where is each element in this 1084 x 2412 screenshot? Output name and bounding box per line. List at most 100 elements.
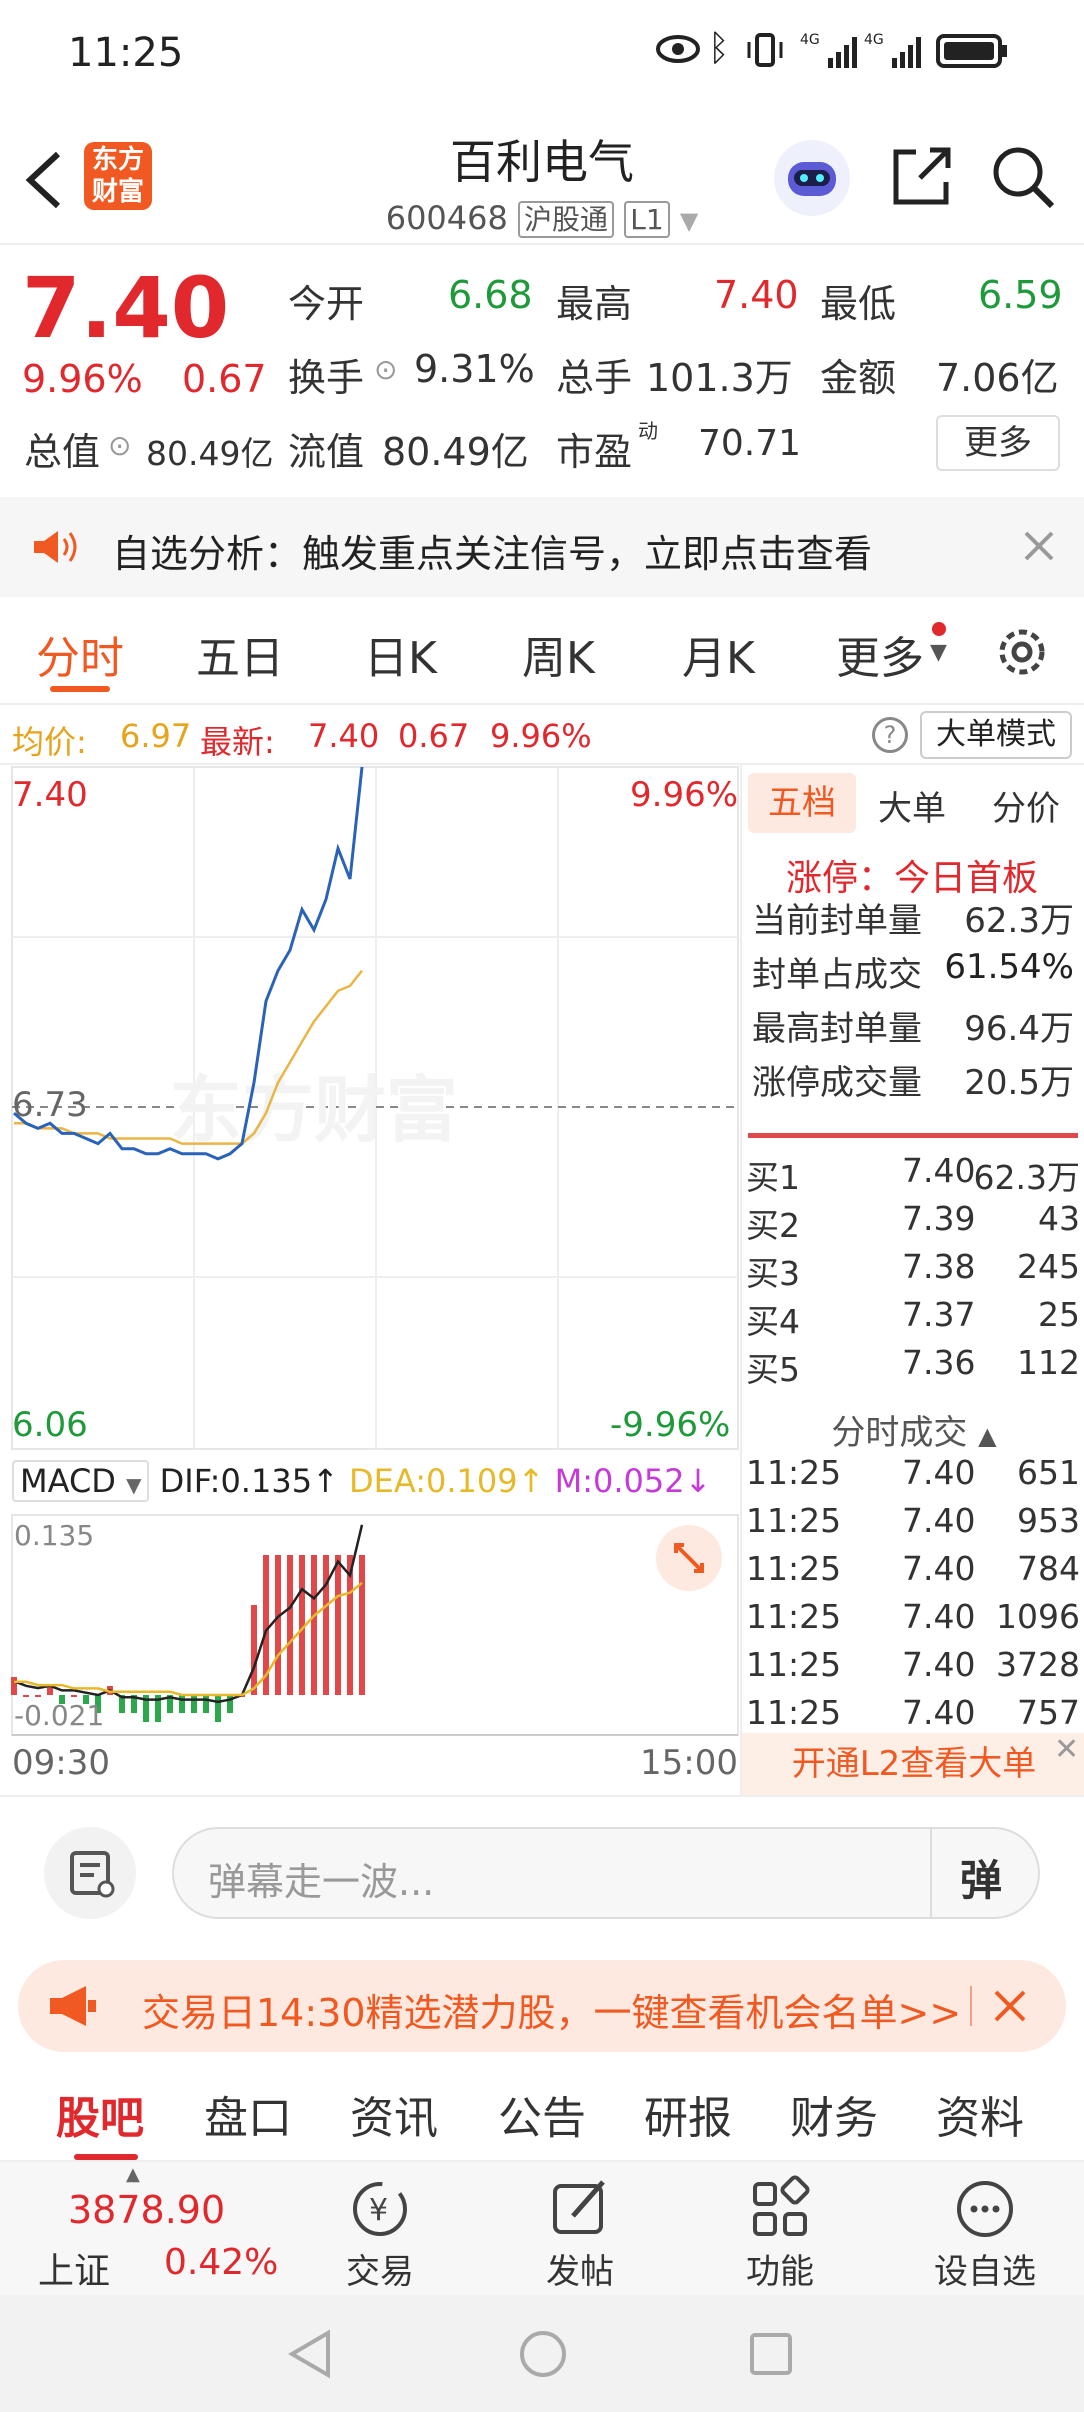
macd-bar (323, 1555, 329, 1695)
mcap-label: 总值 (24, 430, 101, 474)
back-icon[interactable] (22, 150, 66, 214)
intraday-chart[interactable]: 东方财富 7.40 9.96% 6.73 6.06 -9.96% MACD ▼ … (0, 765, 740, 1795)
volume-label: 总手 (556, 356, 633, 400)
add-watchlist-label: 设自选 (934, 2252, 1036, 2292)
promo-banner[interactable]: 交易日14:30精选潜力股，一键查看机会名单>> (18, 1960, 1066, 2052)
nav-home-icon[interactable] (518, 2329, 568, 2383)
x-start-label: 09:30 (12, 1743, 110, 1783)
search-icon[interactable] (990, 144, 1056, 214)
big-order-mode-label: 大单模式 (936, 717, 1056, 752)
side-tab-five-level[interactable]: 五档 (748, 773, 856, 833)
bid-volume: 25 (1038, 1295, 1080, 1334)
bid-volume: 245 (1017, 1247, 1080, 1286)
help-icon[interactable]: ? (872, 717, 908, 753)
trade-time: 11:25 (746, 1549, 842, 1588)
macd-bar (11, 1677, 17, 1695)
tab-monthly-k[interactable]: 月K (682, 622, 755, 686)
index-ticker[interactable]: ▲ 3878.90 上证 0.42% (0, 2162, 300, 2297)
nav-back-icon[interactable] (286, 2329, 336, 2383)
trade-time: 11:25 (746, 1501, 842, 1540)
l2-upgrade-text: 开通L2查看大单 (791, 1744, 1037, 1784)
pe-label: 市盈 (556, 430, 633, 474)
stat-label: 涨停成交量 (752, 1063, 922, 1103)
promo-divider (970, 1986, 972, 2026)
macd-bar (251, 1605, 257, 1695)
x-end-label: 15:00 (640, 1743, 738, 1783)
macd-bottom-label: -0.021 (14, 1699, 105, 1732)
trade-icon: ¥ (353, 2182, 407, 2236)
level-badge[interactable]: L1 (624, 201, 670, 238)
last-pct: 9.96% (490, 717, 592, 755)
danmu-input[interactable]: 弹幕走一波... 弹 (172, 1827, 1040, 1919)
y-max-label: 7.40 (12, 775, 88, 815)
tab-announcements[interactable]: 公告 (498, 2082, 586, 2146)
post-button[interactable]: 发帖 (520, 2162, 640, 2297)
side-tab-five-level-label: 五档 (768, 783, 836, 823)
tab-weekly-k[interactable]: 周K (522, 622, 595, 686)
robot-assistant-icon[interactable] (774, 140, 850, 216)
change-pct: 9.96% (22, 357, 143, 401)
index-pct: 0.42% (164, 2242, 279, 2283)
macd-top-label: 0.135 (14, 1519, 95, 1552)
bid-level: 买1 (746, 1158, 800, 1197)
pe-sup: 动 (638, 419, 658, 443)
turnover-label: 换手 (288, 356, 365, 400)
high-value: 7.40 (714, 273, 799, 317)
turnover-info-icon[interactable]: ⊙ (374, 353, 397, 386)
notice-banner[interactable]: 自选分析：触发重点关注信号，立即点击查看 (0, 497, 1084, 597)
stats-divider (748, 1133, 1078, 1138)
open-label: 今开 (288, 282, 365, 326)
tab-news[interactable]: 资讯 (350, 2082, 438, 2146)
tab-forum[interactable]: 股吧 (56, 2082, 144, 2146)
tab-intraday[interactable]: 分时 (36, 622, 124, 686)
tab-profile[interactable]: 资料 (936, 2082, 1024, 2146)
last-price: 7.40 (22, 259, 230, 357)
danmu-send-button[interactable]: 弹 (960, 1847, 1002, 1908)
macd-dropdown-icon: ▼ (126, 1473, 142, 1497)
side-tab-price-dist[interactable]: 分价 (992, 781, 1060, 830)
info-icon[interactable]: ⊙ (108, 429, 131, 462)
quote-panel: 7.40 9.96% 0.67 总值 ⊙ 80.49亿 今开 6.68 最高 7… (0, 245, 1084, 495)
dropdown-icon[interactable]: ▼ (680, 207, 698, 235)
expand-icon[interactable] (656, 1525, 722, 1591)
trade-volume: 651 (1017, 1453, 1080, 1492)
trade-button[interactable]: ¥ 交易 (320, 2162, 440, 2297)
close-icon[interactable] (1022, 529, 1056, 567)
macd-selector[interactable]: MACD ▼ (12, 1460, 150, 1502)
tab-five-day[interactable]: 五日 (196, 622, 284, 686)
edit-icon (553, 2180, 605, 2234)
more-button[interactable]: 更多 (936, 415, 1060, 471)
tab-handicap[interactable]: 盘口 (204, 2082, 292, 2146)
trade-price: 7.40 (902, 1597, 976, 1636)
tab-more[interactable]: 更多 (836, 622, 924, 686)
share-icon[interactable] (890, 144, 954, 212)
side-tab-big-order[interactable]: 大单 (878, 781, 946, 830)
trades-header[interactable]: 分时成交 ▲ (742, 1405, 1084, 1454)
add-watchlist-button[interactable]: 设自选 (920, 2162, 1050, 2297)
danmu-list-icon[interactable] (44, 1827, 136, 1919)
pe-value: 70.71 (698, 423, 802, 464)
big-order-mode-button[interactable]: 大单模式 (920, 711, 1072, 759)
avg-value: 6.97 (120, 717, 192, 755)
bottom-action-bar: ▲ 3878.90 上证 0.42% ¥ 交易 发帖 功能 设自选 (0, 2160, 1084, 2295)
change-value: 0.67 (182, 357, 267, 401)
l2-close-icon[interactable]: ✕ (1054, 1719, 1079, 1781)
tab-research[interactable]: 研报 (644, 2082, 732, 2146)
tab-daily-k[interactable]: 日K (364, 622, 437, 686)
danmu-placeholder: 弹幕走一波... (208, 1860, 435, 1904)
settings-icon[interactable] (994, 624, 1050, 684)
macd-bar (23, 1695, 29, 1697)
functions-button[interactable]: 功能 (720, 2162, 840, 2297)
macd-bar (71, 1695, 77, 1697)
l2-upgrade-banner[interactable]: 开通L2查看大单 ✕ (742, 1732, 1084, 1795)
signal-icon-2: 4G (864, 32, 924, 76)
intraday-chart-svg[interactable]: 东方财富 (0, 765, 740, 1795)
nav-recents-icon[interactable] (746, 2329, 796, 2383)
stat-value: 62.3万 (964, 901, 1074, 941)
low-label: 最低 (820, 282, 897, 326)
trade-price: 7.40 (902, 1693, 976, 1732)
trade-price: 7.40 (902, 1501, 976, 1540)
promo-close-icon[interactable] (990, 1986, 1030, 2030)
turnover-value: 9.31% (414, 347, 535, 391)
tab-finance[interactable]: 财务 (790, 2082, 878, 2146)
